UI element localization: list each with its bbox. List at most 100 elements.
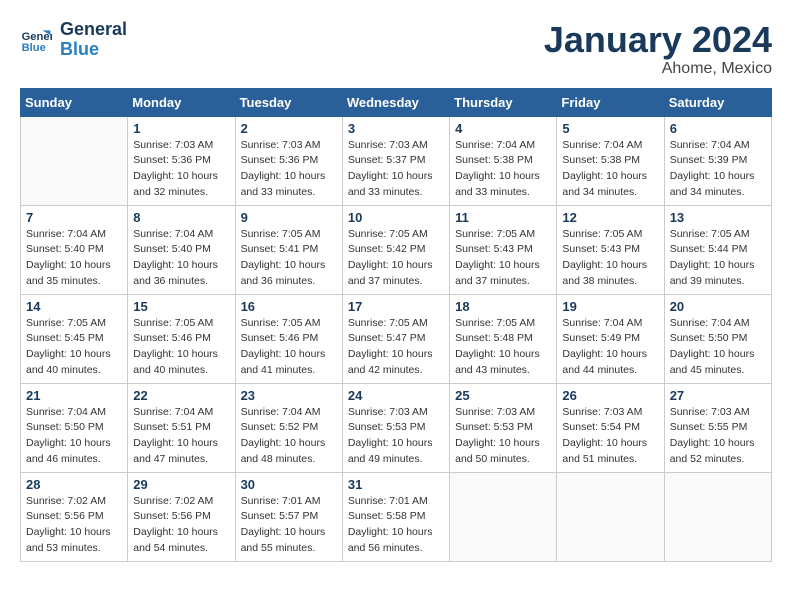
day-info: Sunrise: 7:04 AMSunset: 5:38 PMDaylight:…	[455, 138, 551, 201]
calendar-cell: 4 Sunrise: 7:04 AMSunset: 5:38 PMDaylight…	[450, 116, 557, 205]
calendar-cell	[21, 116, 128, 205]
calendar-cell: 2 Sunrise: 7:03 AMSunset: 5:36 PMDaylight…	[235, 116, 342, 205]
calendar-cell: 21Sunrise: 7:04 AMSunset: 5:50 PMDayligh…	[21, 383, 128, 472]
calendar-cell	[664, 472, 771, 561]
day-number: 14	[26, 299, 122, 314]
calendar-cell: 17Sunrise: 7:05 AMSunset: 5:47 PMDayligh…	[342, 294, 449, 383]
calendar-cell: 27 Sunrise: 7:03 AMSunset: 5:55 PMDayligh…	[664, 383, 771, 472]
day-number: 26	[562, 388, 658, 403]
day-number: 2	[241, 121, 337, 136]
day-number: 16	[241, 299, 337, 314]
day-number: 11	[455, 210, 551, 225]
col-wednesday: Wednesday	[342, 88, 449, 116]
day-info: Sunrise: 7:05 AMSunset: 5:43 PMDaylight:…	[455, 227, 551, 290]
week-row-1: 1Sunrise: 7:03 AMSunset: 5:36 PMDaylight…	[21, 116, 772, 205]
col-monday: Monday	[128, 88, 235, 116]
col-saturday: Saturday	[664, 88, 771, 116]
calendar-cell: 24 Sunrise: 7:03 AMSunset: 5:53 PMDayligh…	[342, 383, 449, 472]
day-number: 10	[348, 210, 444, 225]
day-number: 23	[241, 388, 337, 403]
day-info: Sunrise: 7:03 AMSunset: 5:37 PMDaylight:…	[348, 138, 444, 201]
day-number: 12	[562, 210, 658, 225]
col-sunday: Sunday	[21, 88, 128, 116]
day-number: 28	[26, 477, 122, 492]
calendar-cell: 29 Sunrise: 7:02 AMSunset: 5:56 PMDayligh…	[128, 472, 235, 561]
calendar-cell	[557, 472, 664, 561]
calendar-cell: 26Sunrise: 7:03 AMSunset: 5:54 PMDayligh…	[557, 383, 664, 472]
day-number: 29	[133, 477, 229, 492]
day-info: Sunrise: 7:05 AMSunset: 5:41 PMDaylight:…	[241, 227, 337, 290]
calendar-cell	[450, 472, 557, 561]
day-number: 15	[133, 299, 229, 314]
logo: General Blue General Blue	[20, 20, 127, 60]
col-tuesday: Tuesday	[235, 88, 342, 116]
calendar-cell: 23Sunrise: 7:04 AMSunset: 5:52 PMDayligh…	[235, 383, 342, 472]
day-info: Sunrise: 7:03 AMSunset: 5:36 PMDaylight:…	[133, 138, 229, 201]
calendar-cell: 12 Sunrise: 7:05 AMSunset: 5:43 PMDayligh…	[557, 205, 664, 294]
day-info: Sunrise: 7:04 AMSunset: 5:40 PMDaylight:…	[26, 227, 122, 290]
day-number: 4	[455, 121, 551, 136]
logo-general: General	[60, 20, 127, 40]
week-row-3: 14 Sunrise: 7:05 AMSunset: 5:45 PMDayligh…	[21, 294, 772, 383]
day-info: Sunrise: 7:03 AMSunset: 5:53 PMDaylight:…	[348, 405, 444, 468]
col-friday: Friday	[557, 88, 664, 116]
day-number: 30	[241, 477, 337, 492]
calendar-cell: 25 Sunrise: 7:03 AMSunset: 5:53 PMDayligh…	[450, 383, 557, 472]
day-number: 25	[455, 388, 551, 403]
calendar-cell: 3 Sunrise: 7:03 AMSunset: 5:37 PMDaylight…	[342, 116, 449, 205]
calendar-cell: 31 Sunrise: 7:01 AMSunset: 5:58 PMDayligh…	[342, 472, 449, 561]
calendar-cell: 9 Sunrise: 7:05 AMSunset: 5:41 PMDaylight…	[235, 205, 342, 294]
day-number: 22	[133, 388, 229, 403]
day-number: 31	[348, 477, 444, 492]
day-info: Sunrise: 7:01 AMSunset: 5:57 PMDaylight:…	[241, 494, 337, 557]
day-number: 27	[670, 388, 766, 403]
calendar-cell: 1Sunrise: 7:03 AMSunset: 5:36 PMDaylight…	[128, 116, 235, 205]
day-info: Sunrise: 7:04 AMSunset: 5:50 PMDaylight:…	[26, 405, 122, 468]
day-info: Sunrise: 7:05 AMSunset: 5:44 PMDaylight:…	[670, 227, 766, 290]
svg-text:Blue: Blue	[22, 42, 46, 54]
day-info: Sunrise: 7:03 AMSunset: 5:36 PMDaylight:…	[241, 138, 337, 201]
week-row-5: 28 Sunrise: 7:02 AMSunset: 5:56 PMDayligh…	[21, 472, 772, 561]
day-number: 20	[670, 299, 766, 314]
calendar-table: Sunday Monday Tuesday Wednesday Thursday…	[20, 88, 772, 562]
week-row-4: 21Sunrise: 7:04 AMSunset: 5:50 PMDayligh…	[21, 383, 772, 472]
calendar-cell: 5Sunrise: 7:04 AMSunset: 5:38 PMDaylight…	[557, 116, 664, 205]
month-title: January 2024	[544, 20, 772, 60]
calendar-cell: 14 Sunrise: 7:05 AMSunset: 5:45 PMDayligh…	[21, 294, 128, 383]
day-number: 24	[348, 388, 444, 403]
calendar-cell: 11 Sunrise: 7:05 AMSunset: 5:43 PMDayligh…	[450, 205, 557, 294]
day-info: Sunrise: 7:02 AMSunset: 5:56 PMDaylight:…	[26, 494, 122, 557]
day-info: Sunrise: 7:04 AMSunset: 5:49 PMDaylight:…	[562, 316, 658, 379]
calendar-cell: 8 Sunrise: 7:04 AMSunset: 5:40 PMDaylight…	[128, 205, 235, 294]
day-info: Sunrise: 7:04 AMSunset: 5:39 PMDaylight:…	[670, 138, 766, 201]
day-number: 3	[348, 121, 444, 136]
day-info: Sunrise: 7:05 AMSunset: 5:43 PMDaylight:…	[562, 227, 658, 290]
day-info: Sunrise: 7:04 AMSunset: 5:38 PMDaylight:…	[562, 138, 658, 201]
day-info: Sunrise: 7:04 AMSunset: 5:50 PMDaylight:…	[670, 316, 766, 379]
day-info: Sunrise: 7:04 AMSunset: 5:40 PMDaylight:…	[133, 227, 229, 290]
day-number: 17	[348, 299, 444, 314]
day-info: Sunrise: 7:03 AMSunset: 5:53 PMDaylight:…	[455, 405, 551, 468]
day-number: 9	[241, 210, 337, 225]
logo-blue: Blue	[60, 40, 127, 60]
page-header: General Blue General Blue January 2024 A…	[20, 20, 772, 78]
day-info: Sunrise: 7:01 AMSunset: 5:58 PMDaylight:…	[348, 494, 444, 557]
week-row-2: 7Sunrise: 7:04 AMSunset: 5:40 PMDaylight…	[21, 205, 772, 294]
day-info: Sunrise: 7:05 AMSunset: 5:42 PMDaylight:…	[348, 227, 444, 290]
day-info: Sunrise: 7:03 AMSunset: 5:55 PMDaylight:…	[670, 405, 766, 468]
day-info: Sunrise: 7:05 AMSunset: 5:45 PMDaylight:…	[26, 316, 122, 379]
title-block: January 2024 Ahome, Mexico	[544, 20, 772, 78]
calendar-cell: 22Sunrise: 7:04 AMSunset: 5:51 PMDayligh…	[128, 383, 235, 472]
header-row: Sunday Monday Tuesday Wednesday Thursday…	[21, 88, 772, 116]
calendar-cell: 28 Sunrise: 7:02 AMSunset: 5:56 PMDayligh…	[21, 472, 128, 561]
day-info: Sunrise: 7:05 AMSunset: 5:48 PMDaylight:…	[455, 316, 551, 379]
col-thursday: Thursday	[450, 88, 557, 116]
calendar-cell: 13Sunrise: 7:05 AMSunset: 5:44 PMDayligh…	[664, 205, 771, 294]
day-number: 8	[133, 210, 229, 225]
day-info: Sunrise: 7:05 AMSunset: 5:46 PMDaylight:…	[133, 316, 229, 379]
day-info: Sunrise: 7:02 AMSunset: 5:56 PMDaylight:…	[133, 494, 229, 557]
calendar-cell: 7Sunrise: 7:04 AMSunset: 5:40 PMDaylight…	[21, 205, 128, 294]
calendar-cell: 19Sunrise: 7:04 AMSunset: 5:49 PMDayligh…	[557, 294, 664, 383]
calendar-cell: 30 Sunrise: 7:01 AMSunset: 5:57 PMDayligh…	[235, 472, 342, 561]
calendar-cell: 20 Sunrise: 7:04 AMSunset: 5:50 PMDayligh…	[664, 294, 771, 383]
